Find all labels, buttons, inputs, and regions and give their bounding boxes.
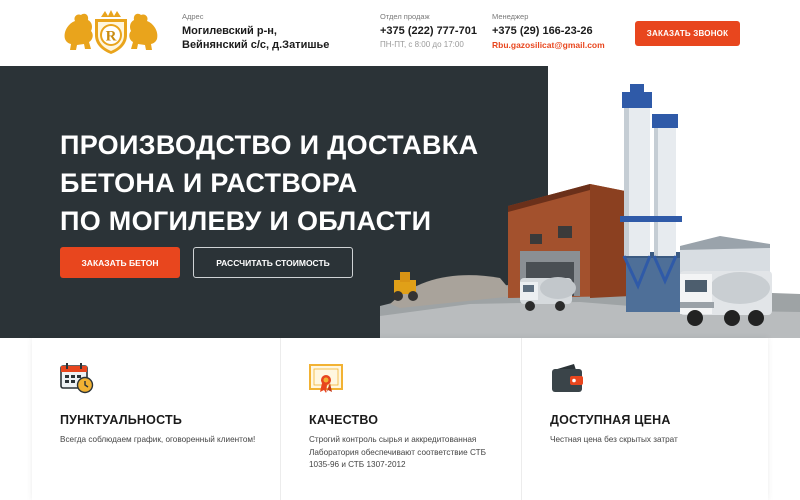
order-call-button[interactable]: ЗАКАЗАТЬ ЗВОНОК — [635, 21, 740, 46]
sales-block: Отдел продаж +375 (222) 777-701 ПН-ПТ, с… — [380, 12, 477, 50]
hero-section: ПРОИЗВОДСТВО И ДОСТАВКА БЕТОНА И РАСТВОР… — [0, 66, 800, 338]
company-logo[interactable]: R — [61, 9, 161, 55]
manager-label: Менеджер — [492, 12, 529, 21]
calculate-cost-button[interactable]: РАССЧИТАТЬ СТОИМОСТЬ — [193, 247, 353, 278]
sales-label: Отдел продаж — [380, 12, 430, 21]
address-line-2: Вейнянский с/с, д.Затишье — [182, 39, 330, 51]
feature-title: КАЧЕСТВО — [309, 413, 379, 427]
feature-title: ПУНКТУАЛЬНОСТЬ — [60, 413, 183, 427]
feature-title: ДОСТУПНАЯ ЦЕНА — [550, 413, 671, 427]
address-block: Адрес Могилевский р-н, Вейнянский с/с, д… — [182, 12, 329, 52]
logo-letter: R — [106, 29, 117, 45]
address-line-1: Могилевский р-н, — [182, 25, 277, 37]
wallet-icon — [552, 364, 583, 392]
sales-phone[interactable]: +375 (222) 777-701 — [380, 24, 477, 38]
order-concrete-button[interactable]: ЗАКАЗАТЬ БЕТОН — [60, 247, 180, 278]
hero-title: ПРОИЗВОДСТВО И ДОСТАВКА БЕТОНА И РАСТВОР… — [60, 126, 530, 240]
hero-title-line: БЕТОНА И РАСТВОРА — [60, 168, 358, 198]
feature-card-quality: КАЧЕСТВО Строгий контроль сырья и аккред… — [280, 338, 521, 500]
address-label: Адрес — [182, 12, 204, 21]
feature-card-price: ДОСТУПНАЯ ЦЕНА Честная цена без скрытых … — [521, 338, 768, 500]
hero-title-line: ПРОИЗВОДСТВО И ДОСТАВКА — [60, 130, 479, 160]
manager-phone[interactable]: +375 (29) 166-23-26 — [492, 24, 605, 38]
logo-crest-icon: R — [64, 10, 158, 54]
feature-text: Всегда соблюдаем график, оговоренный кли… — [60, 435, 256, 444]
feature-text: Честная цена без скрытых затрат — [550, 435, 678, 444]
hero-title-line: ПО МОГИЛЕВУ И ОБЛАСТИ — [60, 206, 432, 236]
manager-block: Менеджер +375 (29) 166-23-26 Rbu.gazosil… — [492, 12, 605, 51]
manager-email[interactable]: Rbu.gazosilicat@gmail.com — [492, 39, 605, 51]
feature-text: Строгий контроль сырья и аккредитованная… — [309, 435, 486, 469]
site-header: R Адрес Могилевский р-н, Вейнянский с/с,… — [0, 0, 800, 66]
certificate-icon — [309, 364, 343, 393]
calendar-clock-icon — [60, 363, 94, 394]
sales-hours: ПН-ПТ, с 8:00 до 17:00 — [380, 40, 464, 49]
feature-card-punctuality: ПУНКТУАЛЬНОСТЬ Всегда соблюдаем график, … — [32, 338, 280, 500]
features-section: ПУНКТУАЛЬНОСТЬ Всегда соблюдаем график, … — [32, 338, 768, 500]
